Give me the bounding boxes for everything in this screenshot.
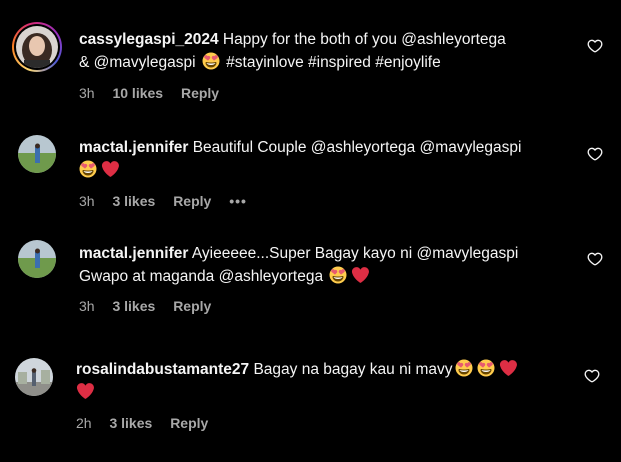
comment-username[interactable]: rosalindabustamante27: [76, 361, 249, 378]
comment-time[interactable]: 3h: [79, 193, 95, 209]
reply-button[interactable]: Reply: [170, 415, 208, 431]
heart-outline-icon[interactable]: [587, 146, 603, 162]
comment-meta: 3h 3 likes Reply •••: [79, 193, 261, 209]
comment-meta: 2h 3 likes Reply: [76, 415, 222, 431]
comment-text: rosalindabustamante27 Bagay na bagay kau…: [76, 358, 519, 404]
comment-text: mactal.jennifer Beautiful Couple @ashley…: [79, 136, 521, 182]
more-options-icon[interactable]: •••: [229, 193, 247, 209]
heart-eyes-emoji: [202, 52, 220, 70]
heart-outline-icon[interactable]: [584, 368, 600, 384]
comment-time[interactable]: 3h: [79, 85, 95, 101]
heart-outline-icon[interactable]: [587, 38, 603, 54]
avatar[interactable]: [16, 26, 58, 68]
red-heart-emoji: [351, 266, 369, 284]
red-heart-emoji: [76, 382, 94, 400]
comment-text: mactal.jennifer Ayieeeee...Super Bagay k…: [79, 242, 518, 288]
comment-body: Beautiful Couple @ashleyortega @mavylega…: [188, 139, 522, 156]
comment-body: Bagay na bagay kau ni mavy: [249, 361, 453, 378]
comment-meta: 3h 3 likes Reply: [79, 298, 225, 314]
story-ring[interactable]: [12, 22, 62, 72]
heart-eyes-emoji: [455, 359, 473, 377]
comment-likes[interactable]: 10 likes: [112, 85, 163, 101]
red-heart-emoji: [499, 359, 517, 377]
comment-body-cont: & @mavylegaspi: [79, 54, 200, 71]
heart-eyes-emoji: [79, 160, 97, 178]
comment-username[interactable]: mactal.jennifer: [79, 139, 188, 156]
comment-likes[interactable]: 3 likes: [109, 415, 152, 431]
comment-username[interactable]: mactal.jennifer: [79, 245, 188, 262]
avatar[interactable]: [15, 358, 53, 396]
heart-eyes-emoji: [477, 359, 495, 377]
comment-hashtags: #stayinlove #inspired #enjoylife: [221, 54, 441, 71]
comment-likes[interactable]: 3 likes: [112, 193, 155, 209]
comment-text: cassylegaspi_2024 Happy for the both of …: [79, 28, 506, 74]
avatar[interactable]: [18, 240, 56, 278]
red-heart-emoji: [101, 160, 119, 178]
comment-likes[interactable]: 3 likes: [112, 298, 155, 314]
reply-button[interactable]: Reply: [173, 298, 211, 314]
comment-username[interactable]: cassylegaspi_2024: [79, 31, 219, 48]
comment-meta: 3h 10 likes Reply: [79, 85, 233, 101]
comment-body: Happy for the both of you @ashleyortega: [218, 31, 506, 48]
heart-eyes-emoji: [329, 266, 347, 284]
reply-button[interactable]: Reply: [181, 85, 219, 101]
comment-time[interactable]: 2h: [76, 415, 92, 431]
comment-body: Ayieeeee...Super Bagay kayo ni @mavylega…: [188, 245, 519, 262]
avatar[interactable]: [18, 135, 56, 173]
comment-time[interactable]: 3h: [79, 298, 95, 314]
comment-body-cont: Gwapo at maganda @ashleyortega: [79, 268, 328, 285]
reply-button[interactable]: Reply: [173, 193, 211, 209]
heart-outline-icon[interactable]: [587, 251, 603, 267]
